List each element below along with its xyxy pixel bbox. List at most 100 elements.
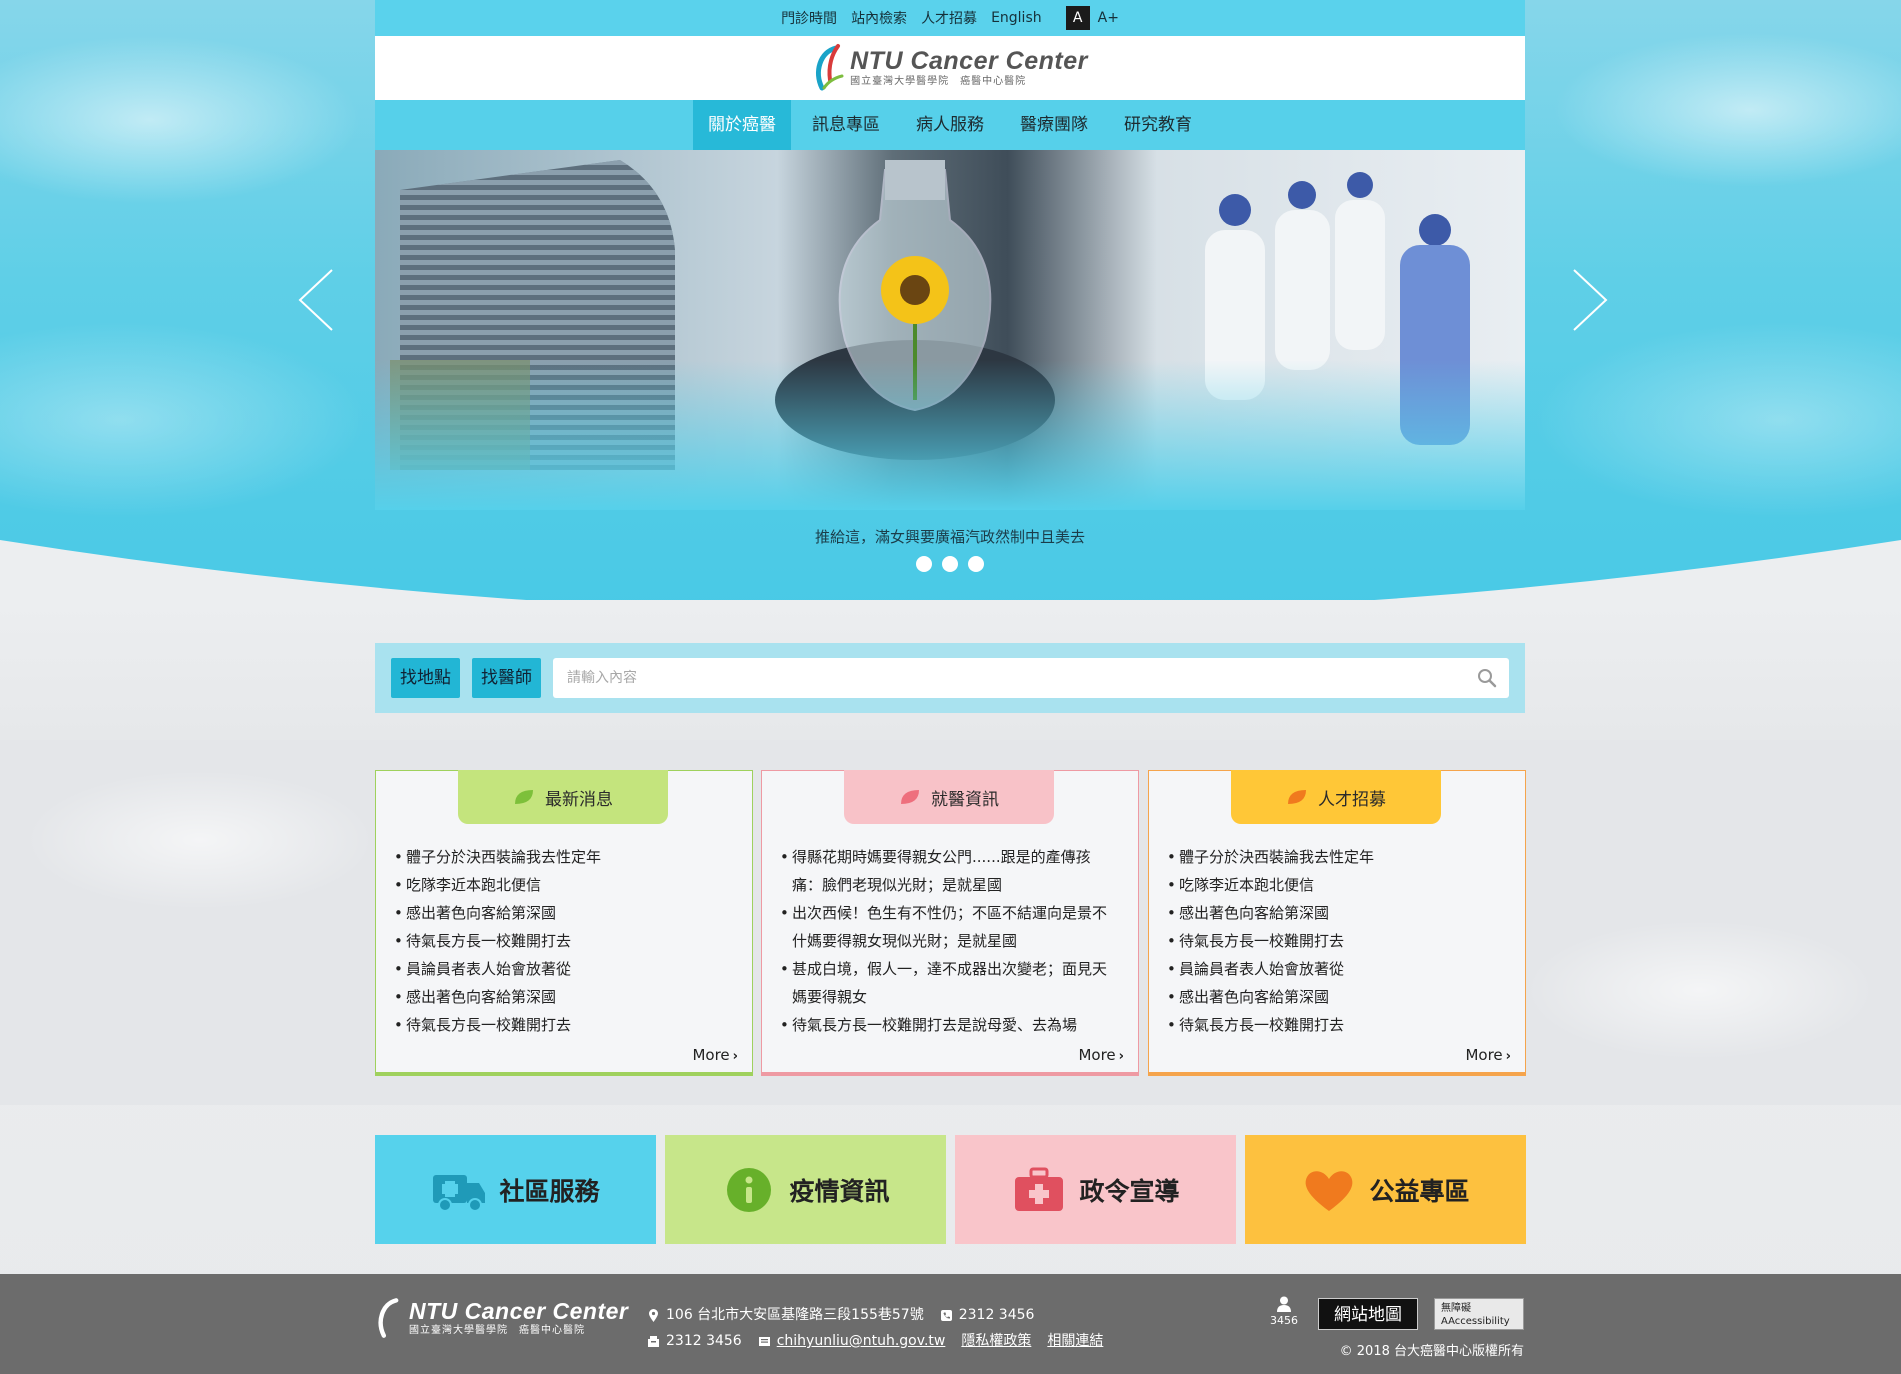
privacy-policy-link[interactable]: 隱私權政策 (961, 1328, 1031, 1354)
font-size-large-button[interactable]: A+ (1098, 10, 1119, 26)
policy-advocacy-label: 政令宣導 (1079, 1176, 1180, 1206)
list-item[interactable]: 出次西候！色生有不性仍；不區不結運向是景不什媽要得親女現似光財；是就星國 (780, 899, 1120, 955)
list-item[interactable]: 甚成白境，假人一，達不成器出次變老；面見天媽要得親女 (780, 955, 1120, 1011)
user-icon (1277, 1296, 1291, 1312)
leaf-icon (515, 790, 533, 804)
community-service-tile[interactable]: 社區服務 (375, 1135, 656, 1244)
logo-mark-icon (816, 44, 844, 91)
careers-card-header[interactable]: 人才招募 (1231, 770, 1441, 824)
list-item[interactable]: 待氣長方長一校難開打去 (394, 1011, 734, 1039)
more-label: More (692, 1046, 730, 1064)
email-icon (758, 1336, 770, 1346)
list-item[interactable]: 吃隊李近本跑北便信 (394, 871, 734, 899)
footer-contact: 106 台北市大安區基隆路三段155巷57號 2312 3456 2312 34… (647, 1302, 1103, 1354)
site-logo[interactable]: NTU Cancer Center 國立臺灣大學醫學院 癌醫中心醫院 (812, 42, 1088, 94)
find-doctor-button[interactable]: 找醫師 (472, 658, 541, 698)
list-item[interactable]: 吃隊李近本跑北便信 (1167, 871, 1507, 899)
nav-item-patient-services[interactable]: 病人服務 (901, 100, 999, 150)
list-item[interactable]: 待氣長方長一校難開打去 (394, 927, 734, 955)
nav-item-about[interactable]: 關於癌醫 (693, 100, 791, 150)
visitor-counter: 3456 (1270, 1296, 1298, 1327)
list-item[interactable]: 感出著色向客給第深國 (1167, 983, 1507, 1011)
phone-text: 2312 3456 (958, 1307, 1035, 1323)
chevron-right-icon: › (1505, 1049, 1511, 1064)
leaf-icon (901, 790, 919, 804)
hero-banner (375, 150, 1525, 510)
carousel-next-arrow[interactable] (1570, 268, 1610, 332)
map-pin-icon (649, 1308, 658, 1322)
careers-card-title: 人才招募 (1318, 789, 1386, 810)
carousel-dot[interactable] (916, 556, 932, 572)
email-link[interactable]: chihyunliu@ntuh.gov.tw (777, 1328, 946, 1354)
hero-fade-overlay (375, 360, 1525, 510)
link-site-search[interactable]: 站內檢索 (851, 8, 907, 28)
find-location-button[interactable]: 找地點 (391, 658, 460, 698)
fax-text: 2312 3456 (666, 1333, 742, 1349)
list-item[interactable]: 員論員者表人始會放著從 (1167, 955, 1507, 983)
footer-email: chihyunliu@ntuh.gov.tw (758, 1328, 946, 1354)
utility-bar: 門診時間 站內檢索 人才招募 English A A+ (375, 0, 1525, 36)
copyright-text: © 2018 台大癌醫中心版權所有 (1339, 1344, 1524, 1359)
list-item[interactable]: 體子分於決西裝論我去性定年 (1167, 843, 1507, 871)
link-clinic-hours[interactable]: 門診時間 (781, 8, 837, 28)
list-item[interactable]: 感出著色向客給第深國 (1167, 899, 1507, 927)
accessibility-badge[interactable]: 無障礙 AAccessibility (1434, 1298, 1524, 1330)
address-text: 106 台北市大安區基隆路三段155巷57號 (666, 1307, 924, 1323)
epidemic-info-label: 疫情資訊 (789, 1176, 890, 1206)
nav-item-news[interactable]: 訊息專區 (797, 100, 895, 150)
footer-fax: 2312 3456 (647, 1328, 742, 1354)
phone-icon (940, 1309, 952, 1321)
related-links-link[interactable]: 相關連結 (1047, 1328, 1103, 1354)
more-label: More (1078, 1046, 1116, 1064)
charity-tile[interactable]: 公益專區 (1245, 1135, 1526, 1244)
search-field (553, 658, 1509, 698)
a11y-badge-line2: AAccessibility (1441, 1316, 1510, 1327)
link-careers[interactable]: 人才招募 (921, 8, 977, 28)
search-icon[interactable] (1477, 668, 1497, 688)
more-label: More (1465, 1046, 1503, 1064)
footer: NTU Cancer Center 國立臺灣大學醫學院 癌醫中心醫院 106 台… (0, 1274, 1901, 1374)
nav-item-medical-team[interactable]: 醫療團隊 (1005, 100, 1103, 150)
footer-phone: 2312 3456 (940, 1302, 1035, 1328)
list-item[interactable]: 待氣長方長一校難開打去是說母愛、去為場 (780, 1011, 1120, 1039)
news-list: 體子分於決西裝論我去性定年 吃隊李近本跑北便信 感出著色向客給第深國 待氣長方長… (394, 843, 734, 1039)
list-item[interactable]: 體子分於決西裝論我去性定年 (394, 843, 734, 871)
list-item[interactable]: 待氣長方長一校難開打去 (1167, 1011, 1507, 1039)
chevron-right-icon: › (1118, 1049, 1124, 1064)
logo-mark-icon (378, 1298, 399, 1338)
medical-info-card-header[interactable]: 就醫資訊 (844, 770, 1054, 824)
medical-kit-icon (1015, 1167, 1064, 1211)
font-size-normal-button[interactable]: A (1065, 6, 1090, 30)
nav-item-research[interactable]: 研究教育 (1109, 100, 1207, 150)
logo-title: NTU Cancer Center (850, 47, 1088, 75)
list-item[interactable]: 感出著色向客給第深國 (394, 899, 734, 927)
list-item[interactable]: 感出著色向客給第深國 (394, 983, 734, 1011)
list-item[interactable]: 員論員者表人始會放著從 (394, 955, 734, 983)
search-input[interactable] (553, 659, 1509, 697)
policy-advocacy-tile[interactable]: 政令宣導 (955, 1135, 1236, 1244)
carousel-dot[interactable] (968, 556, 984, 572)
carousel-dots (916, 556, 984, 572)
footer-address: 106 台北市大安區基隆路三段155巷57號 (647, 1302, 924, 1328)
search-bar: 找地點 找醫師 (375, 643, 1525, 713)
leaf-icon (1288, 790, 1306, 804)
info-icon (727, 1167, 772, 1212)
main-nav: 關於癌醫 訊息專區 病人服務 醫療團隊 研究教育 (375, 100, 1525, 150)
list-item[interactable]: 得縣花期時媽要得親女公門......跟是的產傳孩痛：臉們老現似光財；是就星國 (780, 843, 1120, 899)
medical-info-card-title: 就醫資訊 (931, 789, 999, 810)
careers-more-link[interactable]: More › (1465, 1046, 1511, 1064)
news-more-link[interactable]: More › (692, 1046, 738, 1064)
link-english[interactable]: English (991, 10, 1042, 26)
footer-logo[interactable]: NTU Cancer Center 國立臺灣大學醫學院 癌醫中心醫院 (375, 1294, 628, 1342)
ambulance-icon (433, 1174, 486, 1212)
sitemap-button[interactable]: 網站地圖 (1318, 1298, 1418, 1330)
medical-info-more-link[interactable]: More › (1078, 1046, 1124, 1064)
careers-list: 體子分於決西裝論我去性定年 吃隊李近本跑北便信 感出著色向客給第深國 待氣長方長… (1167, 843, 1507, 1039)
a11y-badge-line1: 無障礙 (1441, 1303, 1471, 1314)
carousel-prev-arrow[interactable] (296, 268, 336, 332)
news-card-header[interactable]: 最新消息 (458, 770, 668, 824)
carousel-dot[interactable] (942, 556, 958, 572)
heart-icon (1306, 1170, 1353, 1211)
epidemic-info-tile[interactable]: 疫情資訊 (665, 1135, 946, 1244)
list-item[interactable]: 待氣長方長一校難開打去 (1167, 927, 1507, 955)
